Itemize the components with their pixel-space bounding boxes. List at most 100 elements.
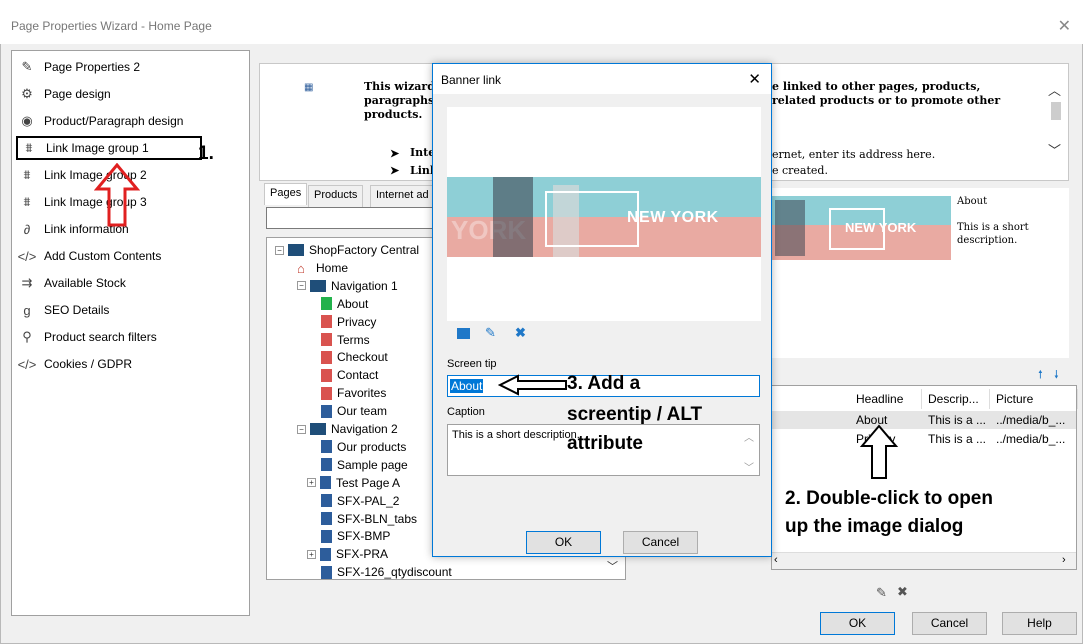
tree-node[interactable]: Checkout (321, 348, 388, 366)
sitemap-icon: ⩩ (23, 194, 31, 209)
tree-node[interactable]: Privacy (321, 313, 376, 331)
nav-item-product-paragraph-design[interactable]: ◉ Product/Paragraph design (16, 109, 248, 133)
preview-banner-text: NEW YORK (845, 220, 917, 235)
tree-node[interactable]: Sample page (321, 456, 408, 474)
banner-image-area[interactable]: YORK NEW YORK (447, 107, 761, 321)
move-down-icon[interactable]: 🠗 (1054, 366, 1059, 385)
image-remove-icon[interactable]: ✖ (515, 325, 526, 341)
table-cell[interactable]: This is a ... (922, 411, 990, 429)
banner-text: NEW YORK (627, 209, 719, 226)
step-2-line-2: up the image dialog (785, 516, 964, 537)
wizard-logo-icon: ▦ (304, 82, 314, 93)
grid-hscrollbar[interactable]: ‹ › (772, 552, 1076, 569)
tree-node-label: SFX-BMP (337, 529, 391, 544)
link-preview: NEW YORK About This is a short descripti… (771, 188, 1069, 358)
tree-node[interactable]: − Navigation 2 (297, 420, 398, 438)
help-button[interactable]: Help (1002, 612, 1077, 635)
scroll-down-icon[interactable]: ﹀ (1048, 140, 1061, 159)
scroll-up-icon[interactable]: ︿ (1048, 80, 1061, 99)
col-description[interactable]: Descrip... (922, 389, 990, 409)
tree-scroll-down-icon[interactable]: ﹀ (607, 558, 618, 574)
image-edit-icon[interactable]: ✎ (485, 325, 496, 341)
caption-value: This is a short description. (452, 429, 580, 441)
tree-node[interactable]: SFX-126_qtydiscount (321, 563, 452, 579)
tree-node[interactable]: SFX-BLN_tabs (321, 510, 417, 528)
table-cell[interactable]: ../media/b_... (990, 411, 1074, 429)
tree-expander-icon[interactable]: − (275, 245, 284, 255)
cancel-button[interactable]: Cancel (912, 612, 987, 635)
nav-item-seo-details[interactable]: g SEO Details (16, 298, 248, 322)
page-icon (321, 512, 332, 525)
col-picture[interactable]: Picture (990, 389, 1078, 409)
page-filter-input[interactable] (266, 207, 446, 229)
left-arrow-annotation-icon (498, 374, 567, 396)
tree-node[interactable]: − Navigation 1 (297, 277, 398, 295)
tree-node[interactable]: Contact (321, 366, 378, 384)
table-cell[interactable]: This is a ... (922, 430, 990, 448)
caption-scroll-up-icon[interactable]: ︿ (744, 429, 754, 444)
tree-node[interactable]: SFX-PAL_2 (321, 492, 399, 510)
nav-item-link-image-group-1[interactable]: ⩩ Link Image group 1 (16, 136, 202, 160)
tree-node[interactable]: + Test Page A (307, 474, 400, 492)
scroll-left-icon[interactable]: ‹ (774, 554, 778, 566)
tree-node[interactable]: Favorites (321, 384, 386, 402)
tree-node[interactable]: Our team (321, 402, 387, 420)
tree-node[interactable]: Terms (321, 331, 370, 349)
sitemap-icon: ⩩ (23, 167, 31, 182)
nav-item-available-stock[interactable]: ⇉ Available Stock (16, 271, 248, 295)
page-icon (321, 458, 332, 472)
link-image-grid[interactable]: Headline Descrip... Picture About This i… (771, 385, 1078, 570)
col-headline[interactable]: Headline (850, 389, 922, 409)
preview-headline: About (957, 196, 988, 207)
intro-text-a: This wizard (364, 80, 435, 93)
bullet-2-right: e created. (772, 164, 828, 177)
tree-expander-icon[interactable]: − (297, 424, 306, 434)
scroll-right-icon[interactable]: › (1062, 554, 1066, 566)
tree-expander-icon[interactable]: + (307, 549, 316, 559)
edit-icon[interactable]: ✎ (876, 585, 887, 601)
nav-item-page-properties-2[interactable]: ✎ Page Properties 2 (16, 55, 248, 79)
caption-scroll-down-icon[interactable]: ﹀ (744, 459, 754, 474)
nav-item-label: Add Custom Contents (44, 249, 162, 263)
nav-item-add-custom-contents[interactable]: </> Add Custom Contents (16, 244, 248, 268)
dialog-cancel-button[interactable]: Cancel (623, 531, 698, 554)
tree-node-label: Sample page (337, 457, 408, 472)
tab-pages[interactable]: Pages (264, 183, 308, 205)
move-up-icon[interactable]: 🠕 (1038, 366, 1043, 385)
dialog-close-button[interactable]: ✕ (748, 70, 761, 88)
dialog-title: Banner link (441, 73, 502, 87)
step-3-line-2: screentip / ALT (567, 404, 703, 425)
tree-node-label: ShopFactory Central (309, 243, 420, 257)
page-icon (320, 476, 331, 490)
dialog-ok-button[interactable]: OK (526, 531, 601, 554)
page-icon (321, 404, 332, 418)
tree-node-label: Terms (337, 332, 370, 347)
sitemap-icon: ⩩ (25, 140, 33, 155)
page-icon (320, 547, 331, 561)
tree-node-label: Navigation 1 (331, 278, 398, 293)
table-cell[interactable]: ../media/b_... (990, 430, 1074, 448)
scrollbar-thumb[interactable] (1051, 102, 1061, 120)
nav-item-product-search-filters[interactable]: ⚲ Product search filters (16, 325, 248, 349)
tree-node-label: Our team (337, 404, 388, 419)
tree-expander-icon[interactable]: − (297, 281, 306, 291)
tree-node[interactable]: + SFX-PRA (307, 545, 388, 563)
tree-node-label: Home (316, 260, 349, 275)
image-select-icon[interactable] (457, 328, 470, 339)
tree-node-label: Checkout (337, 350, 388, 365)
tree-node[interactable]: SFX-BMP (321, 527, 390, 545)
tree-node[interactable]: − ShopFactory Central (275, 241, 419, 259)
window-close-button[interactable]: ✕ (1058, 16, 1071, 36)
tab-products[interactable]: Products (308, 185, 364, 207)
tree-node[interactable]: Our products (321, 438, 406, 456)
banner-link-dialog: Banner link ✕ YORK NEW YORK ✎ ✖ Screen t… (432, 63, 772, 557)
ok-button[interactable]: OK (820, 612, 895, 635)
nav-item-page-design[interactable]: ⚙ Page design (16, 82, 248, 106)
nav-item-cookies-gdpr[interactable]: </> Cookies / GDPR (16, 352, 248, 376)
tree-expander-icon[interactable]: + (307, 478, 316, 488)
tree-node-label: Contact (337, 368, 379, 383)
delete-icon[interactable]: ✖ (897, 584, 908, 600)
tab-internet-address[interactable]: Internet ad (370, 185, 436, 207)
tree-node[interactable]: ⌂ Home (297, 259, 348, 277)
tree-node[interactable]: About (321, 295, 368, 313)
